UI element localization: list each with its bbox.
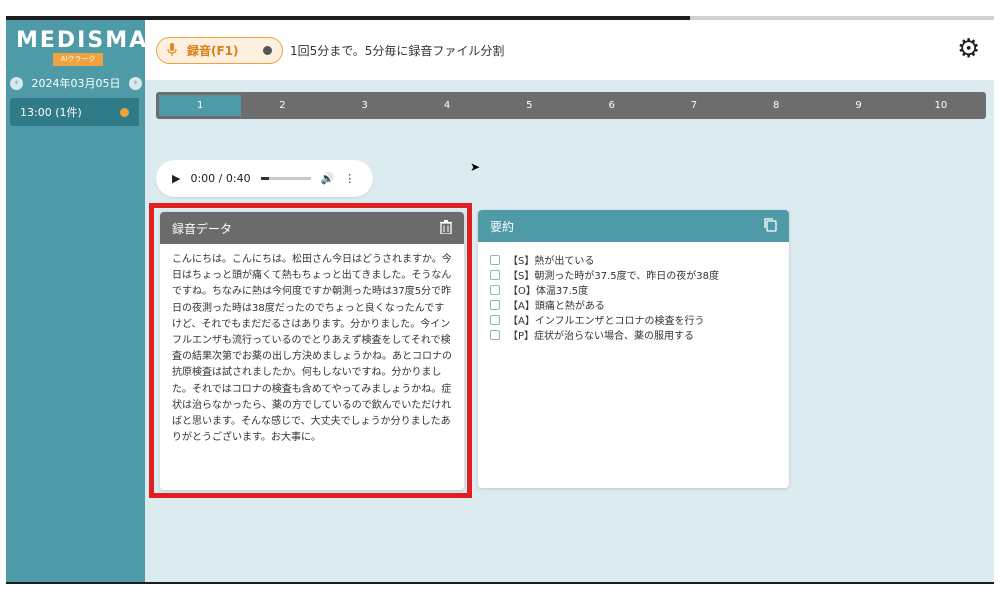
summary-item: 【A】インフルエンザとコロナの検査を行う bbox=[490, 312, 777, 327]
summary-item: 【A】頭痛と熱がある bbox=[490, 297, 777, 312]
summary-item: 【S】朝測った時が37.5度で、昨日の夜が38度 bbox=[490, 267, 777, 282]
gear-icon[interactable]: ⚙ bbox=[957, 36, 980, 62]
summary-item-checkbox[interactable] bbox=[490, 254, 500, 265]
summary-list: 【S】熱が出ている【S】朝測った時が37.5度で、昨日の夜が38度 【O】体温37… bbox=[478, 242, 789, 352]
mouse-cursor-icon: ➤ bbox=[470, 160, 481, 174]
summary-card: 要約 【S】熱が出ている【S】朝測った時が37.5度で、昨日の夜が38度 【O】体… bbox=[478, 210, 789, 488]
tab-page-4[interactable]: 4 bbox=[406, 95, 488, 116]
summary-item-checkbox[interactable] bbox=[490, 329, 500, 340]
play-icon[interactable]: ▶ bbox=[172, 172, 180, 185]
summary-item-text: 【A】頭痛と熱がある bbox=[508, 301, 605, 312]
summary-card-title: 要約 bbox=[490, 219, 515, 234]
summary-item-text: 【A】インフルエンザとコロナの検査を行う bbox=[508, 316, 705, 327]
status-dot-icon bbox=[120, 107, 129, 117]
microphone-icon bbox=[167, 42, 177, 59]
summary-item-text: 【O】体温37.5度 bbox=[508, 286, 589, 297]
tab-page-3[interactable]: 3 bbox=[324, 95, 406, 116]
summary-item: 【P】症状が治らない場合、薬の服用する bbox=[490, 327, 777, 342]
summary-item: 【O】体温37.5度 bbox=[490, 282, 777, 297]
date-selector: ‹ 2024年03月05日 › bbox=[10, 74, 142, 92]
sidebar: MEDISMA AIクラーク ‹ 2024年03月05日 › 13:00 (1件… bbox=[6, 20, 149, 582]
page-tabs: 1 2 3 4 5 6 7 8 9 10 bbox=[156, 92, 986, 119]
chevron-left-icon[interactable]: ‹ bbox=[10, 76, 23, 90]
tab-page-9[interactable]: 9 bbox=[817, 95, 899, 116]
audio-player: ▶ 0:00 / 0:40 🔊 ⋮ bbox=[156, 160, 373, 197]
tab-page-2[interactable]: 2 bbox=[241, 95, 323, 116]
summary-item: 【S】熱が出ている bbox=[490, 252, 777, 267]
app-logo-sub: AIクラーク bbox=[53, 53, 103, 66]
summary-item-text: 【P】症状が治らない場合、薬の服用する bbox=[508, 331, 695, 342]
sidebar-item-slot[interactable]: 13:00 (1件) bbox=[10, 98, 139, 126]
summary-item-checkbox[interactable] bbox=[490, 269, 500, 280]
summary-item-checkbox[interactable] bbox=[490, 299, 500, 310]
summary-item-checkbox[interactable] bbox=[490, 284, 500, 295]
tab-page-10[interactable]: 10 bbox=[900, 95, 982, 116]
audio-time: 0:00 / 0:40 bbox=[190, 172, 251, 185]
tab-page-7[interactable]: 7 bbox=[653, 95, 735, 116]
current-date: 2024年03月05日 bbox=[31, 77, 121, 90]
record-button[interactable]: 録音(F1) bbox=[156, 37, 283, 64]
app-logo: MEDISMA bbox=[16, 28, 149, 53]
summary-item-text: 【S】朝測った時が37.5度で、昨日の夜が38度 bbox=[508, 271, 719, 282]
tab-page-1[interactable]: 1 bbox=[159, 95, 242, 116]
record-indicator-icon bbox=[263, 46, 272, 55]
audio-progress-slider[interactable] bbox=[260, 177, 311, 180]
summary-item-checkbox[interactable] bbox=[490, 314, 500, 325]
summary-item-text: 【S】熱が出ている bbox=[508, 256, 595, 267]
record-button-label: 録音(F1) bbox=[187, 44, 239, 58]
more-options-icon[interactable]: ⋮ bbox=[344, 172, 355, 185]
record-note: 1回5分まで。5分毎に録音ファイル分割 bbox=[290, 44, 505, 58]
slot-label: 13:00 (1件) bbox=[20, 106, 82, 119]
highlight-box bbox=[149, 203, 472, 498]
chevron-right-icon[interactable]: › bbox=[129, 76, 142, 90]
tab-page-8[interactable]: 8 bbox=[735, 95, 817, 116]
summary-card-header: 要約 bbox=[478, 210, 789, 242]
copy-icon[interactable] bbox=[764, 217, 777, 235]
volume-icon[interactable]: 🔊 bbox=[321, 172, 335, 185]
tab-page-5[interactable]: 5 bbox=[488, 95, 570, 116]
header: 録音(F1) 1回5分まで。5分毎に録音ファイル分割 ⚙ bbox=[145, 20, 994, 80]
tab-page-6[interactable]: 6 bbox=[570, 95, 652, 116]
